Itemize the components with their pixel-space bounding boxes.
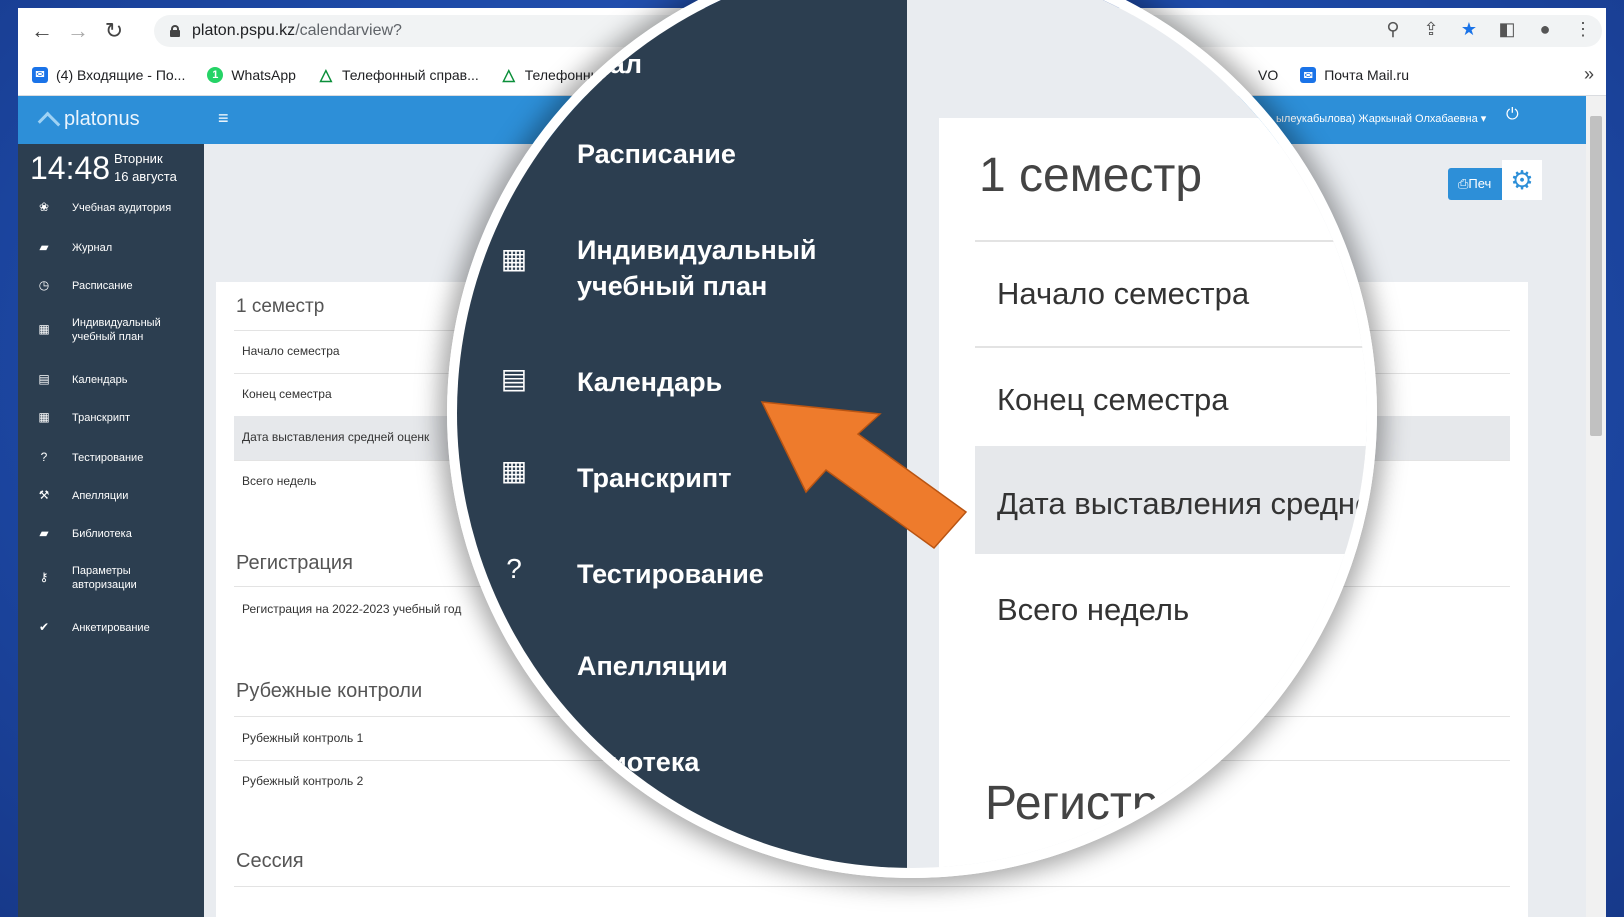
pointer-arrow (760, 401, 968, 550)
arrow-shape (760, 401, 968, 550)
